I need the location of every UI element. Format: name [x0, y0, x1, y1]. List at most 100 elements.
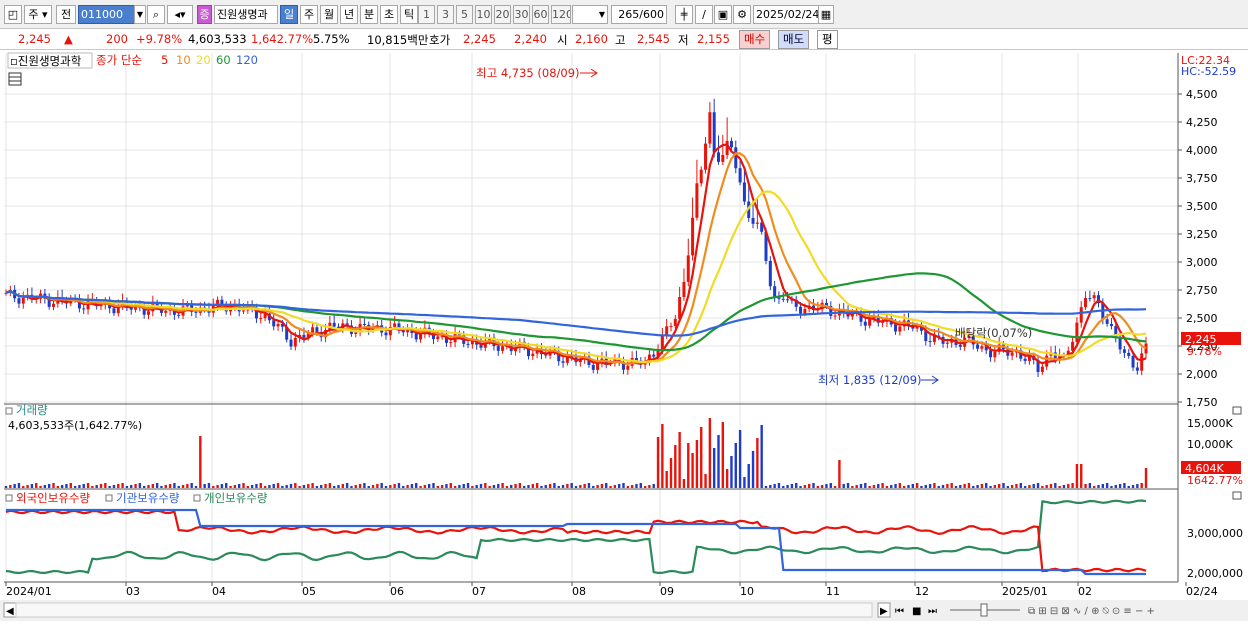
volume-bar [190, 483, 193, 488]
ask-label: 호가 [429, 33, 451, 47]
code-dropdown-icon[interactable]: ▼ [134, 5, 146, 24]
stop-icon[interactable]: ■ [912, 606, 921, 617]
num-20[interactable]: 20 [494, 5, 511, 24]
save-icon[interactable]: ▣ [714, 5, 732, 24]
ma-legend-60: 60 [216, 53, 231, 67]
volume-bar [833, 486, 837, 488]
holding-collapse-icon[interactable] [5, 494, 13, 502]
candle-body [712, 112, 716, 153]
volume-bar [1080, 464, 1083, 488]
zoom-slider-thumb[interactable] [980, 603, 988, 617]
num-1[interactable]: 1 [418, 5, 435, 24]
volume-bar [272, 484, 275, 488]
volume-bar [1036, 483, 1040, 488]
layout-icon[interactable]: ◰ [4, 5, 22, 24]
stock-chart[interactable]: ▫진원생명과학 종가 단순 5 10 20 60 120 LC:22.34 HC… [0, 51, 1248, 621]
tab-day[interactable]: 일 [280, 5, 298, 24]
volume-bar [1118, 484, 1122, 488]
volume-panel-close-icon[interactable] [1232, 406, 1242, 415]
volume-bar [1028, 485, 1031, 488]
volume-bar [941, 485, 945, 488]
num-dropdown[interactable]: ▼ [572, 5, 608, 24]
volume-bar [885, 486, 889, 488]
volume-bar [445, 484, 448, 488]
volume-bar [177, 486, 180, 488]
forward-icon[interactable]: ⏭ [928, 606, 937, 617]
volume-bar [216, 485, 219, 488]
volume-bar [764, 486, 768, 488]
volume-bar [479, 484, 483, 488]
buy-button[interactable]: 매수 [739, 30, 771, 49]
holding-panel-close-icon[interactable] [1232, 491, 1242, 500]
chart-area[interactable]: ▫진원생명과학 종가 단순 5 10 20 60 120 LC:22.34 HC… [0, 51, 1248, 621]
gear-icon[interactable]: ⚙ [733, 5, 751, 24]
table-icon[interactable] [8, 72, 22, 86]
sell-button[interactable]: 매도 [778, 30, 810, 49]
tab-month[interactable]: 월 [320, 5, 338, 24]
volume-bar [168, 484, 172, 488]
date-input[interactable]: 2025/02/24 [753, 5, 819, 24]
volume-bar [682, 479, 686, 488]
candle-body [799, 306, 803, 314]
volume-bar [1015, 484, 1018, 488]
volume-pct: 1,642.77% [251, 32, 314, 46]
volume-bar [497, 484, 500, 488]
tab-minute[interactable]: 분 [360, 5, 378, 24]
volume-bar [164, 485, 167, 488]
ma-legend-20: 20 [196, 53, 211, 67]
volume-bar [488, 486, 491, 488]
volume-bar [760, 425, 763, 488]
calendar-icon[interactable]: ▦ [818, 5, 834, 24]
avg-button[interactable]: 평 [817, 30, 838, 49]
scrollbar-track[interactable] [15, 602, 873, 618]
count-field[interactable]: 265/600 [611, 5, 667, 24]
rewind-icon[interactable]: ⏮ [895, 606, 904, 617]
volume-bar [557, 486, 560, 488]
tab-tick[interactable]: 틱 [400, 5, 418, 24]
candle-body [673, 318, 677, 326]
volume-bar [298, 486, 301, 488]
num-5[interactable]: 5 [456, 5, 473, 24]
volume-bar [782, 486, 785, 488]
num-3[interactable]: 3 [437, 5, 454, 24]
volume-collapse-icon[interactable] [5, 407, 13, 415]
line-icon[interactable]: ∕ [695, 5, 713, 24]
candle-body [1040, 366, 1044, 372]
open-label: 시 [557, 33, 568, 47]
tool-icons[interactable]: ⧉ ⊞ ⊟ ⊠ ∿ ∕ ⊕ ⍉ ⊙ ≡ − + [1028, 606, 1155, 617]
up-arrow-icon: ▲ [64, 32, 73, 46]
volume-bar [531, 484, 535, 488]
volume-bar [449, 483, 452, 488]
candle-body [721, 155, 725, 162]
num-60[interactable]: 60 [532, 5, 549, 24]
tab-week[interactable]: 주 [300, 5, 318, 24]
num-120[interactable]: 120 [551, 5, 571, 24]
volume-bar [851, 486, 854, 488]
x-axis-label: 02/24 [1186, 585, 1218, 598]
candle-body [112, 308, 116, 314]
candle-icon[interactable]: ╪ [675, 5, 693, 24]
price-tick: 2,500 [1186, 312, 1218, 325]
num-10[interactable]: 10 [475, 5, 492, 24]
candle-body [276, 324, 280, 327]
volume-bar [410, 484, 414, 488]
volume-bar [946, 484, 949, 488]
num-30[interactable]: 30 [513, 5, 530, 24]
candle-body [716, 152, 721, 162]
all-button[interactable]: 전 [56, 5, 76, 24]
volume-value: 4,603,533주(1,642.77%) [8, 419, 142, 432]
price-tick: 4,500 [1186, 88, 1218, 101]
candle-body [833, 315, 837, 317]
tab-year[interactable]: 년 [340, 5, 358, 24]
volume-bar [125, 486, 129, 488]
candle-body [738, 168, 742, 183]
speaker-icon[interactable]: ◂▾ [167, 5, 193, 24]
ma-legend-10: 10 [176, 53, 191, 67]
search-icon[interactable]: ⌕ [147, 5, 165, 24]
candle-body [1109, 323, 1113, 327]
volume-bar [186, 484, 189, 488]
foreign-legend: 외국인보유수량 [16, 491, 90, 505]
market-select[interactable]: 주 ▾ [24, 5, 52, 24]
tab-second[interactable]: 초 [380, 5, 398, 24]
code-input[interactable]: 011000 [78, 5, 136, 24]
